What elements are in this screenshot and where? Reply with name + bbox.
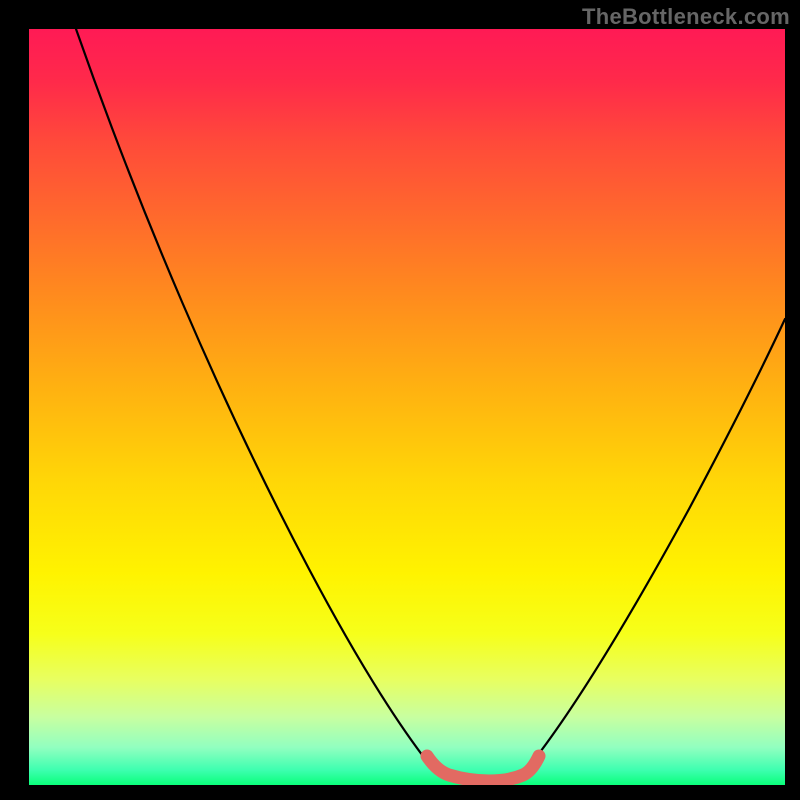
curve-layer [29, 29, 785, 785]
plot-area [29, 29, 785, 785]
left-curve [76, 29, 429, 764]
optimal-band-bump [427, 756, 539, 781]
chart-stage: TheBottleneck.com [0, 0, 800, 800]
right-curve [531, 319, 785, 764]
watermark-text: TheBottleneck.com [582, 4, 790, 30]
